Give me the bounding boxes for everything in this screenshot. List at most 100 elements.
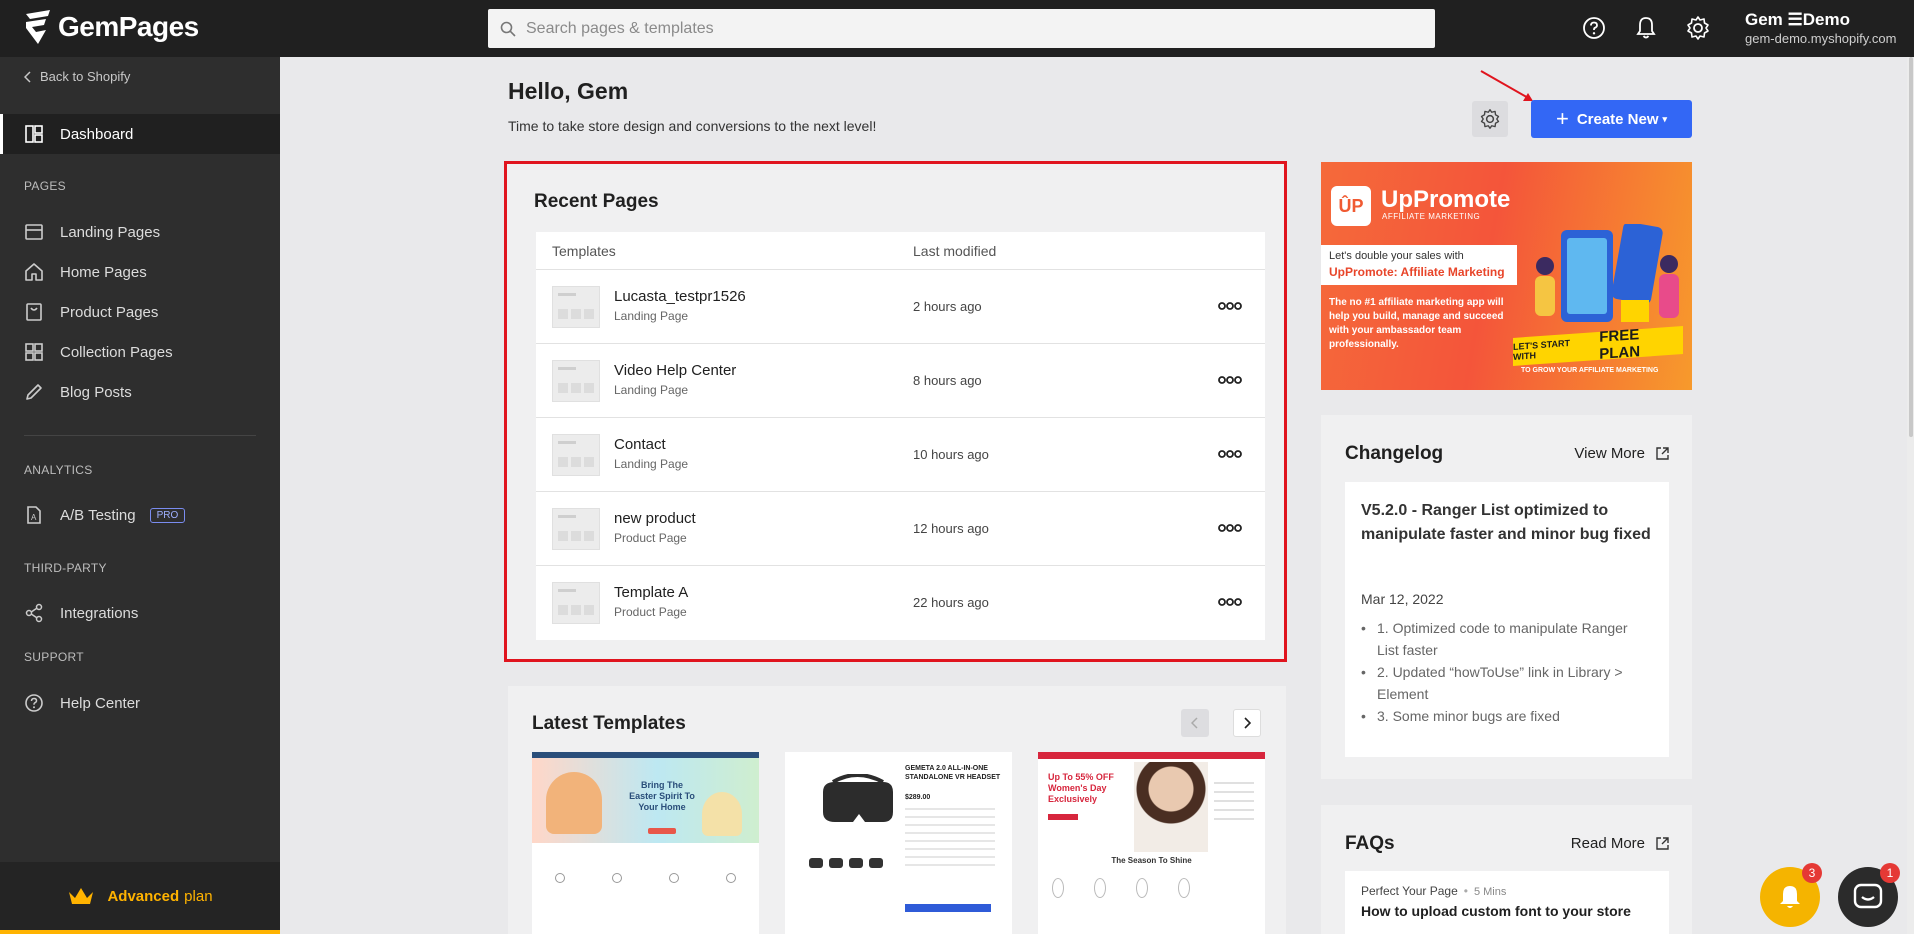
template-price: $289.00 xyxy=(905,794,931,801)
share-nodes-icon xyxy=(25,603,43,623)
promo-body: The no #1 affiliate marketing app will h… xyxy=(1329,297,1504,350)
promo-headline-box: Let's double your sales with UpPromote: … xyxy=(1321,245,1517,285)
plan-indicator[interactable]: Advanced plan xyxy=(0,862,280,934)
notification-bell-icon[interactable] xyxy=(1633,15,1659,41)
table-row[interactable]: Contact Landing Page 10 hours ago xyxy=(536,418,1265,492)
section-support: SUPPORT xyxy=(24,650,84,664)
sidebar-item-ab-testing[interactable]: A A/B Testing PRO xyxy=(0,495,280,535)
template-card-vr-headset[interactable]: GEMETA 2.0 ALL-IN-ONE STANDALONE VR HEAD… xyxy=(785,752,1012,934)
more-options-icon[interactable] xyxy=(1216,372,1244,388)
sidebar-item-integrations[interactable]: Integrations xyxy=(0,593,280,633)
scrollbar-thumb[interactable] xyxy=(1909,57,1913,437)
faq-item[interactable]: Perfect Your Page • 5 Mins How to upload c… xyxy=(1345,871,1669,934)
create-new-button[interactable]: + Create New ▾ xyxy=(1531,100,1692,138)
chevron-down-icon: ▾ xyxy=(1662,113,1668,124)
more-options-icon[interactable] xyxy=(1216,594,1244,610)
changelog-entry[interactable]: V5.2.0 - Ranger List optimized to manipu… xyxy=(1345,482,1669,757)
help-icon[interactable] xyxy=(1581,15,1607,41)
uppromote-logo: ÛP xyxy=(1331,186,1371,226)
sidebar: Back to Shopify Dashboard PAGES Landing … xyxy=(0,57,280,934)
sidebar-item-home-pages[interactable]: Home Pages xyxy=(0,252,280,292)
product-icon xyxy=(26,303,42,321)
chevron-right-icon xyxy=(1244,717,1251,729)
page-name[interactable]: Contact xyxy=(614,436,666,453)
faq-question: How to upload custom font to your store xyxy=(1361,903,1631,919)
page-type: Product Page xyxy=(614,531,687,545)
template-card-easter[interactable]: Bring The Easter Spirit To Your Home xyxy=(532,752,759,934)
bell-icon xyxy=(1780,886,1800,908)
user-name: Gem ☰Demo xyxy=(1745,10,1850,29)
more-options-icon[interactable] xyxy=(1216,298,1244,314)
faq-read-time: 5 Mins xyxy=(1473,886,1507,898)
home-icon xyxy=(25,263,43,281)
user-account[interactable]: Gem ☰Demo gem-demo.myshopify.com xyxy=(1745,10,1896,46)
table-row[interactable]: Lucasta_testpr1526 Landing Page 2 hours … xyxy=(536,270,1265,344)
section-third-party: THIRD-PARTY xyxy=(24,561,107,575)
table-row[interactable]: Video Help Center Landing Page 8 hours a… xyxy=(536,344,1265,418)
sidebar-item-product-pages[interactable]: Product Pages xyxy=(0,292,280,332)
read-more-label: Read More xyxy=(1570,835,1645,852)
svg-text:A: A xyxy=(31,513,37,522)
recent-pages-card: Recent Pages Templates Last modified Luc… xyxy=(504,161,1287,662)
plan-word: plan xyxy=(184,887,213,905)
chat-float-button[interactable]: 1 xyxy=(1838,863,1900,927)
next-templates-button[interactable] xyxy=(1233,709,1261,737)
template-stats xyxy=(1214,782,1254,822)
crown-icon xyxy=(69,888,94,904)
search-bar[interactable] xyxy=(488,9,1435,48)
view-more-link[interactable]: View More xyxy=(1574,445,1670,462)
last-modified: 2 hours ago xyxy=(913,299,982,314)
page-name[interactable]: new product xyxy=(614,510,696,527)
page-name[interactable]: Video Help Center xyxy=(614,362,736,379)
page-name[interactable]: Template A xyxy=(614,584,688,601)
sidebar-item-dashboard[interactable]: Dashboard xyxy=(0,114,280,154)
table-row[interactable]: Template A Product Page 22 hours ago xyxy=(536,566,1265,640)
read-more-link[interactable]: Read More xyxy=(1571,835,1670,852)
settings-gear-icon[interactable] xyxy=(1685,15,1711,41)
sidebar-item-collection-pages[interactable]: Collection Pages xyxy=(0,332,280,372)
gear-icon xyxy=(1480,109,1500,129)
page-type: Landing Page xyxy=(614,457,689,471)
template-subheading: The Season To Shine xyxy=(1111,856,1192,865)
plan-name: Advanced xyxy=(107,887,180,905)
prev-templates-button[interactable] xyxy=(1181,709,1209,737)
page-name[interactable]: Lucasta_testpr1526 xyxy=(614,288,746,305)
sidebar-item-blog-posts[interactable]: Blog Posts xyxy=(0,372,280,412)
changelog-item: 3. Some minor bugs are fixed xyxy=(1361,705,1653,727)
more-options-icon[interactable] xyxy=(1216,446,1244,462)
vr-headset-image xyxy=(823,774,893,822)
page-thumbnail xyxy=(552,286,600,328)
store-domain: gem-demo.myshopify.com xyxy=(1745,31,1897,46)
hero-image xyxy=(546,772,602,834)
red-arrow-annotation xyxy=(1480,70,1533,101)
external-link-icon xyxy=(1656,837,1669,850)
table-row[interactable]: new product Product Page 12 hours ago xyxy=(536,492,1265,566)
changelog-items: 1. Optimized code to manipulate Ranger L… xyxy=(1361,617,1653,727)
promo-cta-main: FREE PLAN xyxy=(1599,326,1641,363)
uppromote-banner[interactable]: ÛP UpPromote AFFILIATE MARKETING Let's d… xyxy=(1321,162,1692,390)
page-type: Landing Page xyxy=(614,383,689,397)
sidebar-item-label: Home Pages xyxy=(60,263,147,281)
model-image xyxy=(1134,762,1208,852)
faqs-title: FAQs xyxy=(1345,833,1395,854)
last-modified: 12 hours ago xyxy=(913,521,989,536)
sidebar-item-help-center[interactable]: Help Center xyxy=(0,683,280,723)
back-to-shopify-link[interactable]: Back to Shopify xyxy=(24,69,130,84)
promo-brand: UpPromote xyxy=(1381,186,1511,213)
page-thumbnail xyxy=(552,360,600,402)
template-headline: Up To 55% OFF Women's Day Exclusively xyxy=(1048,772,1114,804)
changelog-item: 2. Updated “howToUse” link in Library > … xyxy=(1361,661,1653,705)
template-shop-button xyxy=(648,828,676,834)
chat-icon xyxy=(1853,883,1883,909)
sidebar-item-landing-pages[interactable]: Landing Pages xyxy=(0,212,280,252)
page-type: Product Page xyxy=(614,605,687,619)
more-options-icon[interactable] xyxy=(1216,520,1244,536)
template-headline: GEMETA 2.0 ALL-IN-ONE STANDALONE VR HEAD… xyxy=(905,765,1001,781)
page-settings-button[interactable] xyxy=(1472,101,1508,137)
search-input[interactable] xyxy=(526,19,1406,38)
template-card-womens-day[interactable]: Up To 55% OFF Women's Day Exclusively Th… xyxy=(1038,752,1265,934)
greeting-subtitle: Time to take store design and conversion… xyxy=(508,118,877,134)
notification-float-button[interactable]: 3 xyxy=(1760,863,1822,927)
gempages-logo[interactable]: GemPages xyxy=(24,10,199,44)
faq-category: Perfect Your Page xyxy=(1361,884,1458,898)
